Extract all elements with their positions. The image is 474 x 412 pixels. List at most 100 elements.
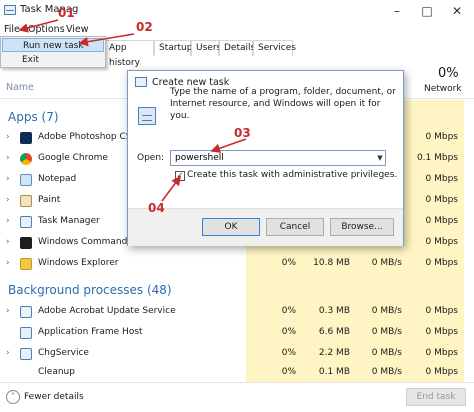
background-section-title: Background processes (48): [8, 283, 172, 297]
menu-run-new-task[interactable]: Run new task: [2, 38, 104, 52]
list-item[interactable]: Application Frame Host 0% 6.6 MB 0 MB/s …: [0, 323, 474, 343]
menu-file[interactable]: File: [4, 24, 20, 35]
row-network: 0 Mbps: [425, 258, 458, 268]
row-memory: 10.8 MB: [313, 258, 350, 268]
task-icon: [138, 107, 156, 125]
chevron-right-icon[interactable]: ›: [6, 349, 14, 358]
list-item[interactable]: › ChgService 0% 2.2 MB 0 MB/s 0 Mbps: [0, 344, 474, 364]
column-network[interactable]: Network: [424, 84, 462, 94]
row-cpu: 0%: [281, 258, 296, 268]
chevron-right-icon[interactable]: ›: [6, 196, 14, 205]
task-manager-icon: [20, 216, 32, 228]
row-memory: 0.1 MB: [318, 367, 350, 377]
service-icon: [20, 348, 32, 360]
row-network: 0 Mbps: [425, 132, 458, 142]
end-task-button[interactable]: End task: [406, 388, 466, 406]
list-item[interactable]: › Adobe Acrobat Update Service 0% 0.3 MB…: [0, 302, 474, 322]
browse-button[interactable]: Browse...: [330, 218, 394, 236]
row-disk: 0 MB/s: [371, 306, 402, 316]
list-item[interactable]: Cleanup 0% 0.1 MB 0 MB/s 0 Mbps: [0, 366, 474, 382]
annotation-step4: 04: [148, 201, 165, 215]
row-name: ChgService: [38, 348, 89, 358]
row-network: 0 Mbps: [425, 195, 458, 205]
row-name: Application Frame Host: [38, 327, 143, 337]
chevron-right-icon[interactable]: ›: [6, 133, 14, 142]
row-cpu: 0%: [281, 348, 296, 358]
row-network: 0 Mbps: [425, 348, 458, 358]
tab-app-history[interactable]: App history: [104, 40, 154, 68]
row-memory: 2.2 MB: [318, 348, 350, 358]
dialog-description: Type the name of a program, folder, docu…: [170, 87, 396, 121]
row-network: 0 Mbps: [425, 306, 458, 316]
close-button[interactable]: ✕: [442, 0, 472, 22]
run-icon: [135, 77, 147, 87]
row-name: Paint: [38, 195, 61, 205]
paint-icon: [20, 195, 32, 207]
maximize-button[interactable]: □: [412, 0, 442, 22]
list-item[interactable]: › Windows Explorer 0% 10.8 MB 0 MB/s 0 M…: [0, 254, 474, 274]
row-cpu: 0%: [281, 306, 296, 316]
annotation-step1: 01: [58, 6, 75, 20]
tab-startup[interactable]: Startup: [154, 40, 192, 56]
footer: ˄ Fewer details End task: [0, 382, 474, 412]
tab-details[interactable]: Details: [219, 40, 255, 56]
photoshop-icon: [20, 132, 32, 144]
open-input[interactable]: [170, 150, 386, 166]
row-cpu: 0%: [281, 327, 296, 337]
row-network: 0.1 Mbps: [416, 153, 458, 163]
row-network: 0 Mbps: [425, 216, 458, 226]
row-name: Windows Command Pr: [38, 237, 140, 247]
fewer-details-link[interactable]: Fewer details: [24, 392, 84, 402]
row-disk: 0 MB/s: [371, 367, 402, 377]
admin-privileges-checkbox[interactable]: ✓: [175, 171, 185, 181]
folder-icon: [20, 258, 32, 270]
row-name: Adobe Photoshop CS2: [38, 132, 138, 142]
row-name: Windows Explorer: [38, 258, 119, 268]
chevron-up-icon[interactable]: ˄: [6, 390, 20, 404]
application-icon: [20, 327, 32, 339]
row-network: 0 Mbps: [425, 367, 458, 377]
row-name: Notepad: [38, 174, 77, 184]
service-icon: [20, 306, 32, 318]
row-disk: 0 MB/s: [371, 348, 402, 358]
file-menu-dropdown: Run new task Exit: [0, 36, 106, 68]
ok-button[interactable]: OK: [202, 218, 260, 236]
chevron-right-icon[interactable]: ›: [6, 217, 14, 226]
row-name: Cleanup: [38, 367, 75, 377]
menu-exit[interactable]: Exit: [2, 53, 104, 67]
row-memory: 0.3 MB: [318, 306, 350, 316]
admin-privileges-label[interactable]: Create this task with administrative pri…: [187, 170, 397, 180]
chrome-icon: [20, 153, 32, 165]
row-disk: 0 MB/s: [371, 327, 402, 337]
row-memory: 6.6 MB: [318, 327, 350, 337]
cancel-button[interactable]: Cancel: [266, 218, 324, 236]
row-disk: 0 MB/s: [371, 258, 402, 268]
minimize-button[interactable]: –: [382, 0, 412, 22]
open-label: Open:: [137, 153, 165, 163]
chevron-right-icon[interactable]: ›: [6, 238, 14, 247]
chevron-right-icon[interactable]: ›: [6, 307, 14, 316]
menu-options[interactable]: Options: [28, 24, 65, 35]
tab-users[interactable]: Users: [191, 40, 221, 56]
chevron-right-icon[interactable]: ›: [6, 154, 14, 163]
create-new-task-dialog: Create new task Type the name of a progr…: [127, 70, 404, 246]
chevron-right-icon[interactable]: ›: [6, 259, 14, 268]
row-cpu: 0%: [281, 367, 296, 377]
row-name: Task Manager: [38, 216, 100, 226]
annotation-step3: 03: [234, 126, 251, 140]
row-network: 0 Mbps: [425, 237, 458, 247]
row-network: 0 Mbps: [425, 174, 458, 184]
dialog-footer: OK Cancel Browse...: [128, 208, 403, 246]
annotation-step2: 02: [136, 20, 153, 34]
chevron-right-icon[interactable]: ›: [6, 175, 14, 184]
menu-view[interactable]: View: [66, 24, 89, 35]
row-network: 0 Mbps: [425, 327, 458, 337]
tab-services[interactable]: Services: [253, 40, 296, 56]
notepad-icon: [20, 174, 32, 186]
row-name: Google Chrome: [38, 153, 108, 163]
row-name: Adobe Acrobat Update Service: [38, 306, 176, 316]
apps-section-title: Apps (7): [8, 110, 59, 124]
chevron-down-icon[interactable]: ▼: [374, 151, 386, 165]
column-name[interactable]: Name: [6, 82, 34, 93]
command-prompt-icon: [20, 237, 32, 249]
